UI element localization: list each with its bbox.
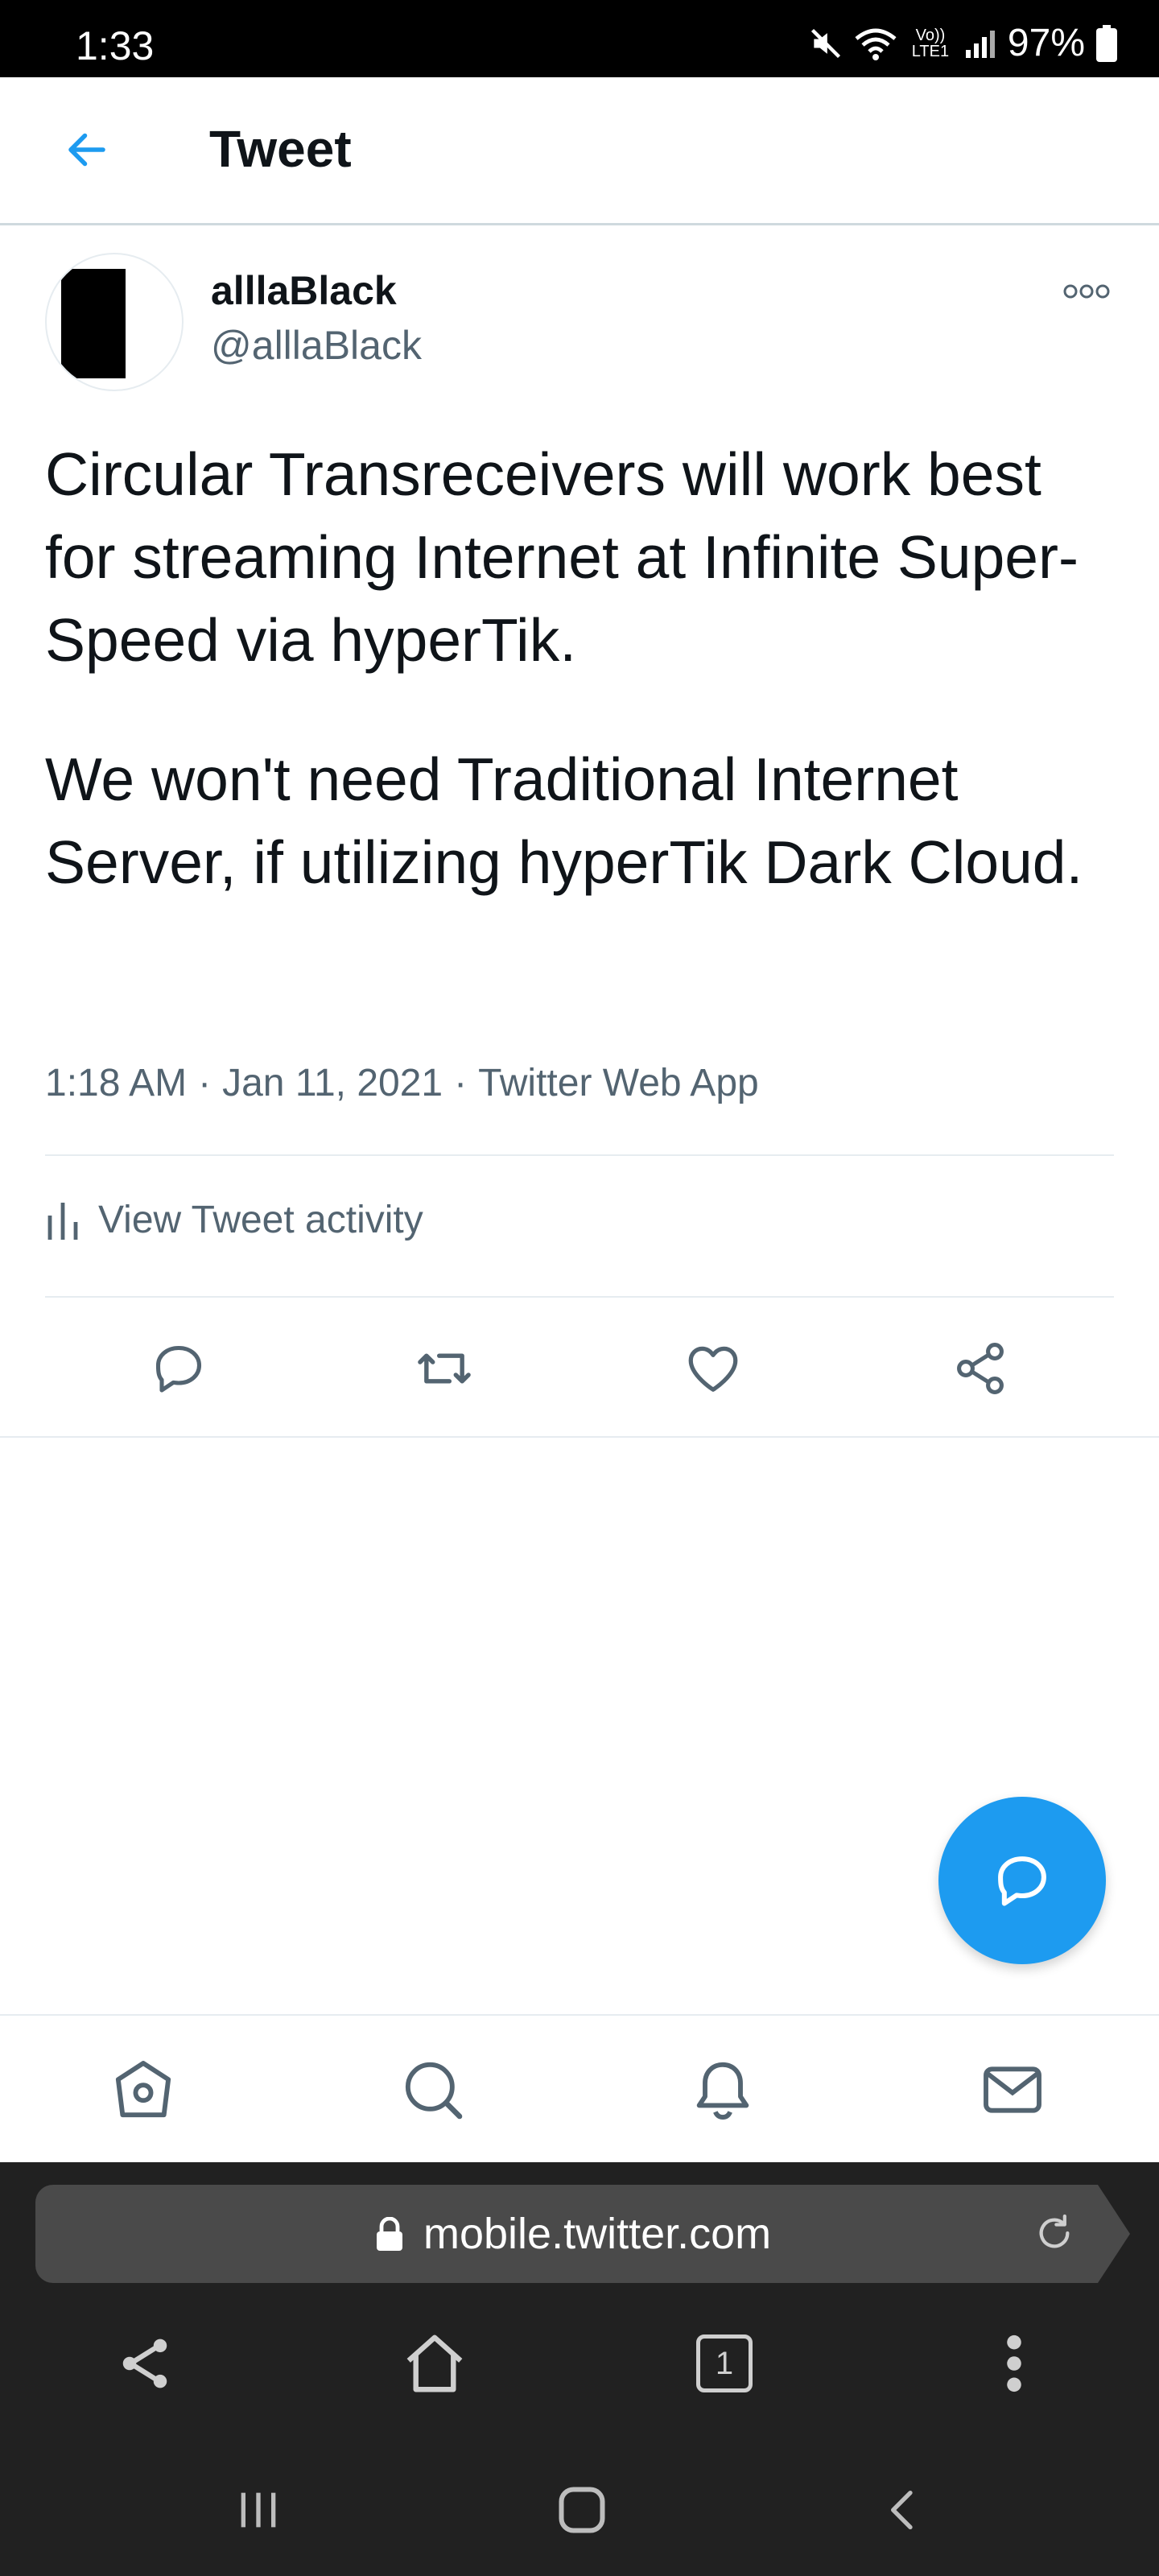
divider [45,1296,1114,1298]
more-options-button[interactable] [1054,274,1119,309]
nav-messages[interactable] [974,2051,1051,2128]
notifications-icon [696,2062,749,2120]
search-icon [405,2062,463,2120]
nav-search[interactable] [394,2051,472,2128]
tweet-paragraph: We won't need Traditional Internet Serve… [45,745,1083,896]
nav-home[interactable] [105,2051,182,2128]
battery-icon [1096,24,1117,62]
browser-share-button[interactable] [105,2323,185,2404]
retweet-button[interactable] [412,1336,476,1401]
battery-percent: 97% [1007,22,1085,64]
author-display-name[interactable]: alllaBlack [211,267,397,314]
mute-icon [808,26,843,61]
tweet-source[interactable]: Twitter Web App [478,1061,759,1105]
arrow-left-icon [68,133,105,167]
home-nav-button[interactable] [538,2470,626,2550]
signal-icon [964,27,996,60]
lock-icon [377,2217,402,2251]
tweet-time: 1:18 AM [45,1062,188,1104]
browser-home-button[interactable] [394,2323,475,2404]
back-button[interactable] [53,116,121,184]
tab-count: 1 [696,2334,753,2392]
bottom-nav [0,2014,1159,2162]
status-bar: 1:33 Vo)) LTE1 97% [0,0,1159,77]
like-icon [688,1346,738,1392]
home-square-icon [559,2487,605,2533]
recents-button[interactable] [214,2470,303,2550]
page-title: Tweet [209,120,352,178]
recents-icon [241,2492,276,2528]
status-icons: Vo)) LTE1 97% [808,21,1117,65]
meta-separator: · [454,1062,468,1104]
divider [0,1436,1159,1438]
reply-icon [998,1856,1046,1906]
tweet-paragraph: Circular Transreceivers will work best f… [45,440,1079,674]
divider [45,1154,1114,1156]
home-icon [406,2334,463,2392]
view-activity-link[interactable]: View Tweet activity [45,1198,423,1242]
more-vertical-icon [1007,2334,1021,2392]
meta-separator: · [198,1062,212,1104]
back-nav-button[interactable] [860,2470,948,2550]
tweet-meta: 1:18 AM · Jan 11, 2021 · Twitter Web App [45,1061,759,1105]
reload-icon[interactable] [1032,2211,1077,2256]
url-text: mobile.twitter.com [423,2210,772,2258]
share-button[interactable] [948,1336,1013,1401]
system-navigation [0,2447,1159,2576]
network-label: Vo)) LTE1 [911,26,950,60]
status-time: 1:33 [76,23,155,68]
share-icon [957,1343,1004,1394]
reply-button[interactable] [146,1336,211,1401]
tweet-date: Jan 11, 2021 [222,1062,443,1104]
address-bar[interactable]: mobile.twitter.com [35,2185,1130,2283]
compose-reply-button[interactable] [938,1797,1106,1964]
nav-notifications[interactable] [684,2051,761,2128]
home-icon [115,2061,171,2118]
more-icon [1063,284,1110,299]
retweet-icon [418,1353,471,1384]
avatar[interactable] [45,253,184,391]
tweet-text: Circular Transreceivers will work best f… [45,433,1124,904]
tweet-actions [0,1336,1159,1401]
chevron-left-icon [891,2491,913,2529]
tabs-button[interactable]: 1 [684,2323,765,2404]
analytics-icon [47,1202,78,1240]
app-header: Tweet [0,77,1159,225]
activity-label: View Tweet activity [98,1199,423,1241]
share-icon [122,2339,167,2388]
messages-icon [984,2066,1041,2113]
author-handle[interactable]: @alllaBlack [211,322,422,369]
browser-menu-button[interactable] [974,2323,1054,2404]
like-button[interactable] [681,1336,745,1401]
reply-icon [155,1345,202,1393]
wifi-icon [855,26,897,61]
